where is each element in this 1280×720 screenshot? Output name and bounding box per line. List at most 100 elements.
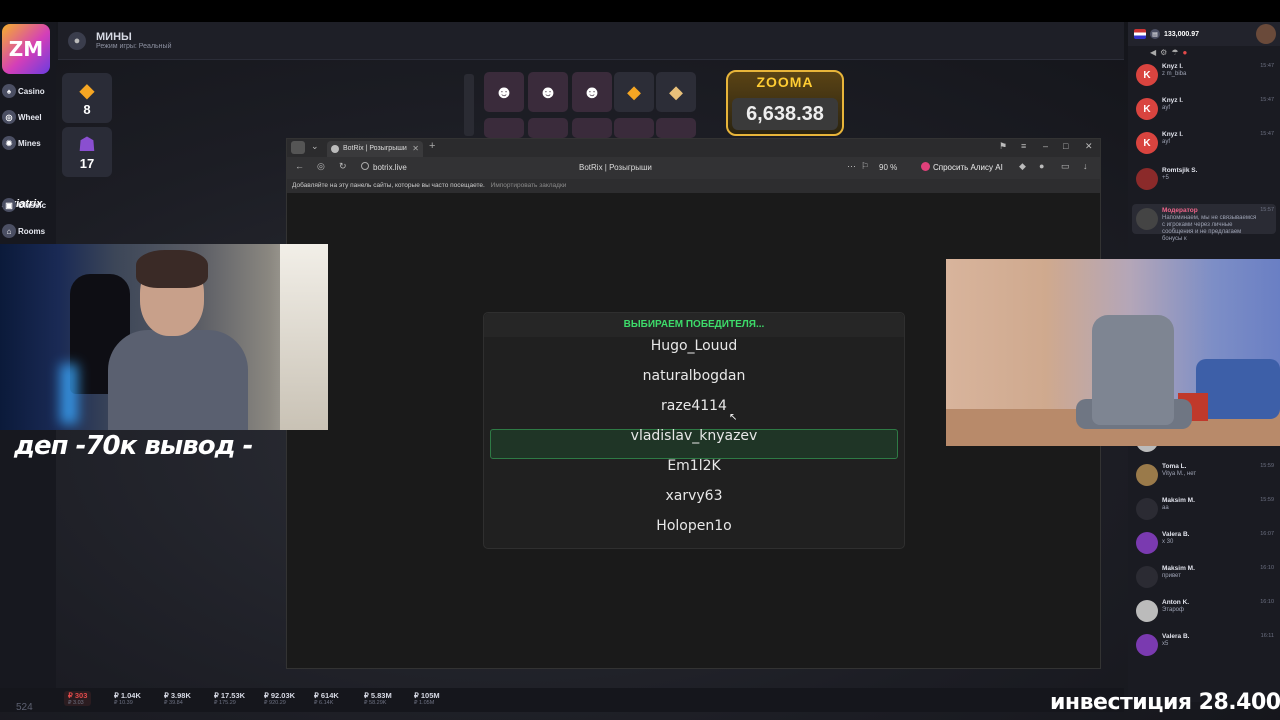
candidate-item: raze4114 <box>661 398 727 414</box>
person-hair <box>136 250 208 288</box>
avatar[interactable] <box>1136 566 1158 588</box>
flag-icon[interactable] <box>1134 29 1146 39</box>
bet-level[interactable]: ₽ 17.53K ₽ 175.29 <box>214 691 245 706</box>
gems-count: 8 <box>83 101 91 117</box>
avatar[interactable] <box>1136 532 1158 554</box>
gems-count-card: ◆ 8 <box>62 73 112 123</box>
bet-level[interactable]: ₽ 303 ₽ 3.03 <box>64 691 92 706</box>
maximize-button[interactable]: □ <box>1063 141 1068 151</box>
bet-level[interactable]: ₽ 92.03K ₽ 920.29 <box>264 691 295 706</box>
download-icon[interactable]: ↓ <box>1083 161 1088 171</box>
new-tab-button[interactable]: + <box>429 140 435 152</box>
workspace-icon[interactable] <box>291 141 305 154</box>
bet-level[interactable]: ₽ 5.83M ₽ 58.29K <box>364 691 392 706</box>
wallet-icon: ▤ <box>1150 29 1160 39</box>
grid-cell-mine[interactable]: ☻ <box>484 72 524 112</box>
reload-icon[interactable]: ↻ <box>339 161 347 172</box>
grid-cell-mine[interactable]: ☻ <box>572 72 612 112</box>
tab-botrix[interactable]: BotRix | Розыгрыши ✕ <box>327 141 423 157</box>
grid-cell[interactable] <box>614 118 654 138</box>
bet-value: ₽ 5.83M <box>364 691 392 700</box>
grid-cell[interactable] <box>572 118 612 138</box>
nav-item-casino[interactable]: ♠ Casino <box>2 80 54 102</box>
close-tab-icon[interactable]: ✕ <box>412 141 419 157</box>
chat-text: z m_biba <box>1162 71 1187 77</box>
bookmarks-hint: Добавляйте на эту панель сайты, которые … <box>292 182 485 189</box>
chat-username[interactable]: Knyz I. <box>1162 63 1183 70</box>
alice-button[interactable]: Спросить Алису AI <box>921 162 1003 172</box>
close-window-button[interactable]: ✕ <box>1085 141 1093 152</box>
grid-cell[interactable] <box>484 118 524 138</box>
tab-bar: ⌄ BotRix | Розыгрыши ✕ + ⚑ ≡ – □ ✕ <box>287 139 1100 157</box>
profile-icon[interactable]: ● <box>1039 161 1044 171</box>
chat-username[interactable]: Knyz I. <box>1162 97 1183 104</box>
chat-username[interactable]: Valera B. <box>1162 633 1189 640</box>
avatar[interactable]: K <box>1136 64 1158 86</box>
chat-username[interactable]: Модератор <box>1162 207 1198 214</box>
investment-overlay: инвестиция 28.400$ <box>1050 690 1280 715</box>
chat-username[interactable]: Knyz I. <box>1162 131 1183 138</box>
more-icon[interactable]: ⋯ <box>847 161 856 172</box>
site-info-icon[interactable] <box>361 162 369 170</box>
url-field[interactable]: botrix.live <box>373 163 407 172</box>
collections-icon[interactable]: ▭ <box>1061 161 1070 172</box>
alice-label: Спросить Алису AI <box>933 163 1003 172</box>
avatar[interactable] <box>1136 600 1158 622</box>
nav-item-label: Mines <box>18 138 41 148</box>
site-logo[interactable]: ZM <box>2 24 50 74</box>
extension-icon[interactable]: ◆ <box>1019 161 1026 172</box>
avatar[interactable] <box>1136 634 1158 656</box>
chat-text: ayf <box>1162 105 1171 111</box>
nav-item-mines[interactable]: ✹ Mines <box>2 132 54 154</box>
chat-username[interactable]: Valera B. <box>1162 531 1189 538</box>
bet-level[interactable]: ₽ 614K ₽ 6.14K <box>314 691 339 706</box>
grid-cell[interactable] <box>656 118 696 138</box>
jackpot-value: 6,638.38 <box>732 98 838 130</box>
chat-time: 15:47 <box>1260 97 1274 103</box>
import-bookmarks-link[interactable]: Импортировать закладки <box>491 182 567 189</box>
minimize-button[interactable]: – <box>1043 141 1048 151</box>
nav-item-wheel[interactable]: ◎ Wheel <box>2 106 54 128</box>
chevron-down-icon[interactable]: ⌄ <box>311 141 319 152</box>
bet-level[interactable]: ₽ 3.98K ₽ 39.84 <box>164 691 191 706</box>
grid-cell-gem[interactable]: ◆ <box>614 72 654 112</box>
casino-icon: ♠ <box>2 84 16 98</box>
avatar[interactable] <box>1136 498 1158 520</box>
bet-level[interactable]: ₽ 1.04K ₽ 10.39 <box>114 691 141 706</box>
bet-level[interactable]: ₽ 105M ₽ 1.05M <box>414 691 440 706</box>
chat-username[interactable]: Maksim M. <box>1162 497 1195 504</box>
chat-username[interactable]: Anton K. <box>1162 599 1189 606</box>
address-bar: ← ◎ ↻ botrix.live BotRix | Розыгрыши ⋯ ⚐… <box>287 157 1100 179</box>
avatar[interactable] <box>1136 208 1158 230</box>
bookmark-icon[interactable]: ⚐ <box>861 161 869 172</box>
bet-value: ₽ 92.03K <box>264 691 296 700</box>
bet-sub-value: ₽ 10.39 <box>114 700 133 706</box>
game-title: МИНЫ <box>96 31 132 43</box>
zoom-level[interactable]: 90 % <box>879 163 897 172</box>
tab-title: BotRix | Розыгрыши <box>343 145 407 152</box>
back-icon[interactable]: ← <box>295 161 304 171</box>
nav-item-rooms[interactable]: ⌂ Rooms <box>2 220 54 242</box>
sofa <box>1196 359 1280 419</box>
avatar[interactable]: K <box>1136 98 1158 120</box>
bet-value: ₽ 614K <box>314 691 339 700</box>
avatar[interactable] <box>1136 168 1158 190</box>
avatar[interactable] <box>1256 24 1276 44</box>
chat-username[interactable]: Romtsjik S. <box>1162 167 1197 174</box>
chat-time: 15:47 <box>1260 131 1274 137</box>
grid-cell-gem[interactable]: ◆ <box>656 72 696 112</box>
menu-icon[interactable]: ≡ <box>1021 141 1026 151</box>
nav-item-classic[interactable]: ▣ Classic <box>2 194 54 216</box>
chat-header: ▤ 133,000.97 <box>1128 22 1280 46</box>
protect-icon[interactable]: ◎ <box>317 161 325 172</box>
extensions-icon[interactable]: ⚑ <box>999 141 1007 152</box>
avatar[interactable] <box>1136 464 1158 486</box>
chat-username[interactable]: Toma L. <box>1162 463 1186 470</box>
grid-cell-mine[interactable]: ☻ <box>528 72 568 112</box>
chat-username[interactable]: Maksim M. <box>1162 565 1195 572</box>
avatar[interactable]: K <box>1136 132 1158 154</box>
chat-time: 16:07 <box>1260 531 1274 537</box>
chat-message: Valera B. x5 16:11 <box>1132 630 1276 662</box>
chat-message: K Knyz I. ayf 15:47 <box>1132 94 1276 126</box>
grid-cell[interactable] <box>528 118 568 138</box>
